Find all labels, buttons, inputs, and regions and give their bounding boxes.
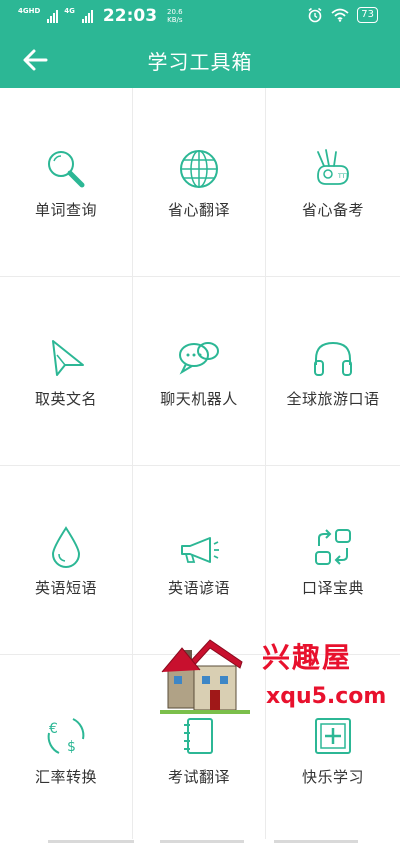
network-type-2: 4G — [64, 7, 75, 15]
clock-time: 22:03 — [102, 6, 158, 26]
tool-label: 英语谚语 — [167, 579, 230, 597]
tool-label: 省心备考 — [301, 201, 364, 219]
tool-proverbs[interactable]: 英语谚语 — [133, 466, 266, 655]
chat-bubbles-icon — [179, 342, 219, 375]
headphones-icon — [314, 341, 352, 376]
battery-indicator: 73 — [357, 7, 378, 23]
tool-travel-speaking[interactable]: 全球旅游口语 — [266, 277, 400, 466]
tool-chatbot[interactable]: 聊天机器人 — [133, 277, 266, 466]
currency-exchange-icon: € $ — [47, 718, 85, 755]
tool-happy-learning[interactable]: 快乐学习 — [266, 655, 400, 844]
nav-indicator — [274, 840, 358, 843]
swap-squares-icon — [315, 529, 351, 565]
megaphone-icon — [181, 537, 219, 563]
plus-frame-icon — [315, 718, 351, 754]
nav-indicator — [48, 840, 134, 843]
magnifier-icon — [48, 151, 85, 188]
tool-currency[interactable]: € $ 汇率转换 — [0, 655, 133, 844]
notebook-icon — [184, 718, 213, 754]
status-bar: 4GHD 4G 22:03 20.6 KB/s 73 — [0, 0, 400, 32]
tool-label: 汇率转换 — [34, 768, 97, 786]
tool-word-lookup[interactable]: 单词查询 — [0, 88, 133, 277]
tool-label: 聊天机器人 — [160, 390, 238, 408]
svg-text:$: $ — [67, 739, 76, 755]
tool-label: 快乐学习 — [301, 768, 364, 786]
svg-text:€: € — [49, 721, 58, 737]
network-type-1: 4GHD — [18, 7, 41, 15]
paper-plane-icon — [52, 340, 84, 376]
tool-label: 英语短语 — [34, 579, 97, 597]
network-speed: 20.6 KB/s — [167, 8, 183, 24]
alarm-icon — [308, 7, 322, 23]
tool-interpreting[interactable]: 口译宝典 — [266, 466, 400, 655]
tool-exam-prep[interactable]: TTT 省心备考 — [266, 88, 400, 277]
tool-grid: 单词查询 省心翻译 TTT 省心备考 取英文名 聊天机器人 全球旅游口语 英语短… — [0, 88, 400, 844]
tool-label: 全球旅游口语 — [286, 390, 380, 408]
ok-hand-icon: TTT — [317, 149, 349, 185]
tool-translate[interactable]: 省心翻译 — [133, 88, 266, 277]
water-drop-icon — [51, 526, 81, 568]
wifi-icon — [331, 8, 349, 22]
tool-label: 省心翻译 — [167, 201, 230, 219]
tool-phrases[interactable]: 英语短语 — [0, 466, 133, 655]
signal-icon — [47, 9, 59, 23]
tool-english-name[interactable]: 取英文名 — [0, 277, 133, 466]
tool-exam-translate[interactable]: 考试翻译 — [133, 655, 266, 844]
signal-icon — [81, 9, 93, 23]
svg-text:TTT: TTT — [337, 173, 349, 180]
tool-label: 考试翻译 — [167, 768, 230, 786]
page-title: 学习工具箱 — [147, 50, 253, 74]
tool-label: 单词查询 — [34, 201, 97, 219]
globe-icon — [180, 150, 218, 188]
tool-label: 取英文名 — [34, 390, 97, 408]
tool-label: 口译宝典 — [301, 579, 364, 597]
nav-indicator — [160, 840, 244, 843]
bottom-nav-bar — [0, 839, 400, 844]
app-bar: 学习工具箱 — [0, 32, 400, 88]
